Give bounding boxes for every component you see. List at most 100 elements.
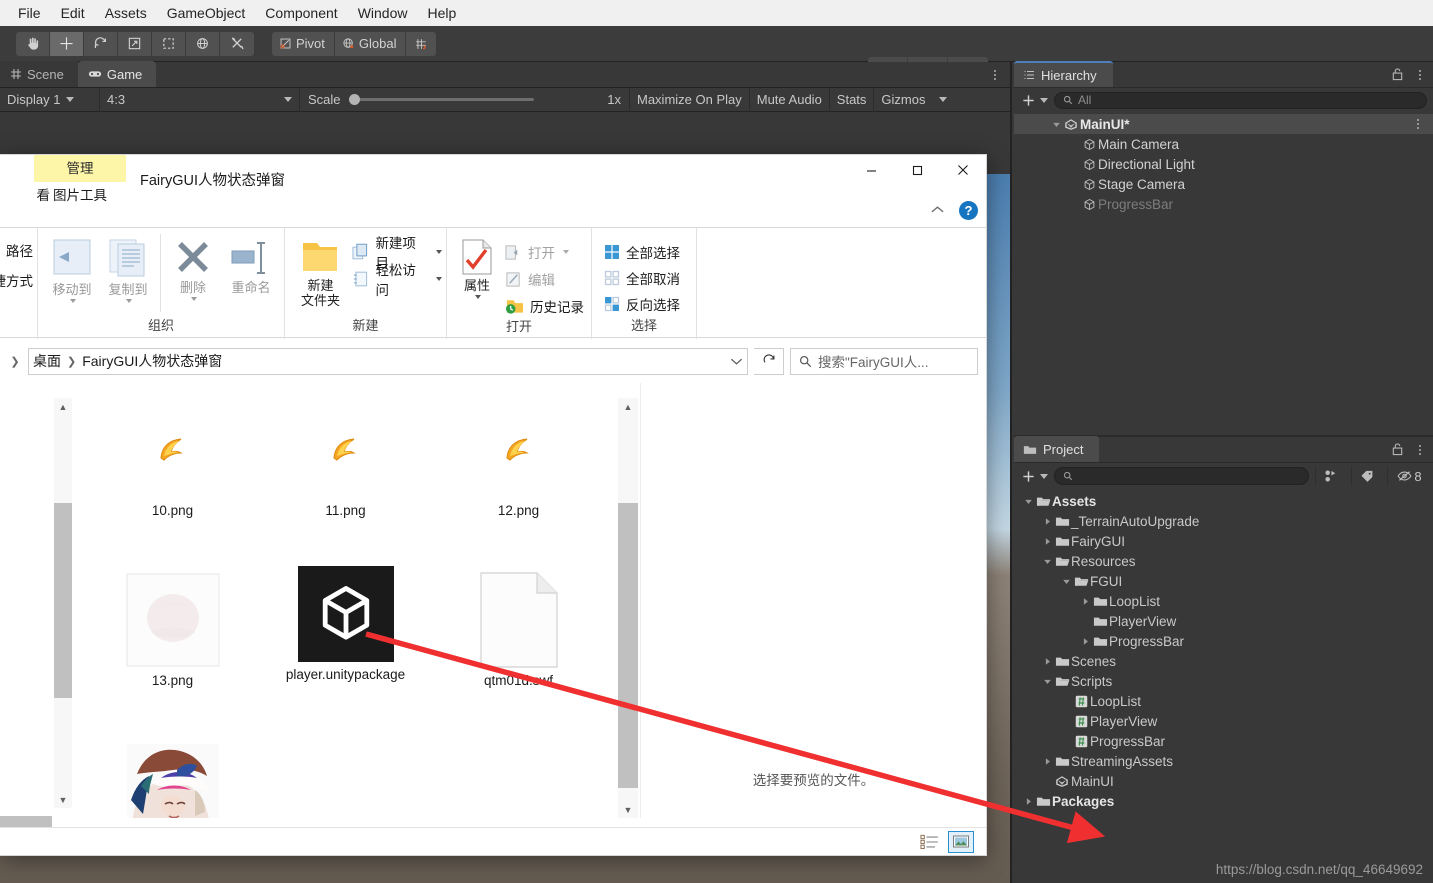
scale-slider-knob[interactable] xyxy=(348,94,360,105)
hierarchy-search-input[interactable]: All xyxy=(1054,91,1427,109)
breadcrumb-item-folder[interactable]: FairyGUI人物状态弹窗 xyxy=(82,351,222,371)
nav-scroll-down-icon[interactable]: ▼ xyxy=(54,791,72,808)
chevron-right-icon[interactable] xyxy=(1041,537,1053,546)
project-item-fgui[interactable]: FGUI xyxy=(1014,571,1433,591)
nav-scroll-up-icon[interactable]: ▲ xyxy=(54,398,72,415)
file-item[interactable]: 10.png xyxy=(86,398,259,568)
address-history-dropdown-icon[interactable] xyxy=(730,353,743,369)
nav-scroll-thumb[interactable] xyxy=(54,503,72,698)
file-explorer-window[interactable]: 管理 图片工具 看 FairyGUI人物状态弹窗 ? 路径 方式 移动到 复制到… xyxy=(0,155,986,855)
project-item-scenes[interactable]: Scenes xyxy=(1014,651,1433,671)
ribbon-tab-view-partial[interactable]: 看 xyxy=(12,182,51,209)
hierarchy-item-stage-camera[interactable]: Stage Camera xyxy=(1014,174,1433,194)
large-icons-view-button[interactable] xyxy=(948,830,974,853)
file-item[interactable]: 12.png xyxy=(432,398,605,568)
hierarchy-item-progressbar[interactable]: ProgressBar xyxy=(1014,194,1433,214)
project-item-_terrainautoupgrade[interactable]: _TerrainAutoUpgrade xyxy=(1014,511,1433,531)
menu-item-assets[interactable]: Assets xyxy=(95,2,157,24)
filter-by-label-button[interactable] xyxy=(1351,466,1381,486)
rotate-tool-button[interactable] xyxy=(84,31,118,56)
open-button[interactable]: 打开 xyxy=(501,240,588,264)
move-to-button[interactable]: 移动到 xyxy=(44,234,100,303)
help-icon[interactable]: ? xyxy=(959,201,978,220)
maximize-on-play-toggle[interactable]: Maximize On Play xyxy=(630,87,750,112)
lock-icon[interactable] xyxy=(1391,442,1404,459)
chevron-down-icon[interactable] xyxy=(1041,677,1053,686)
chevron-right-icon[interactable] xyxy=(1079,637,1091,646)
project-item-playerview[interactable]: PlayerView xyxy=(1014,711,1433,731)
tab-hierarchy[interactable]: Hierarchy xyxy=(1014,61,1113,87)
close-button[interactable] xyxy=(940,155,986,185)
details-view-button[interactable] xyxy=(916,831,942,853)
global-toggle-button[interactable]: Global xyxy=(334,31,407,56)
tab-game[interactable]: Game xyxy=(77,61,157,87)
collapse-ribbon-icon[interactable] xyxy=(930,203,945,218)
rename-button[interactable]: 重命名 xyxy=(221,234,281,295)
hierarchy-tree[interactable]: MainUI* Main Camera Directional Light Stage… xyxy=(1014,112,1433,214)
mute-audio-toggle[interactable]: Mute Audio xyxy=(750,87,830,112)
hierarchy-item-main-camera[interactable]: Main Camera xyxy=(1014,134,1433,154)
project-tree[interactable]: Assets _TerrainAutoUpgrade FairyGUI Resourc… xyxy=(1014,489,1433,811)
transform-tool-button[interactable] xyxy=(186,31,220,56)
project-item-looplist[interactable]: LoopList xyxy=(1014,691,1433,711)
chevron-right-icon[interactable] xyxy=(1041,757,1053,766)
project-item-packages[interactable]: Packages xyxy=(1014,791,1433,811)
project-item-progressbar[interactable]: ProgressBar xyxy=(1014,631,1433,651)
grid-snapping-button[interactable] xyxy=(406,31,437,56)
hierarchy-item-mainui-[interactable]: MainUI* xyxy=(1014,114,1433,134)
lock-icon[interactable] xyxy=(1391,67,1404,84)
hierarchy-add-button[interactable] xyxy=(1022,94,1048,107)
project-add-button[interactable] xyxy=(1022,470,1048,483)
scale-tool-button[interactable] xyxy=(118,31,152,56)
new-folder-button[interactable]: 新建 文件夹 xyxy=(293,234,348,308)
hierarchy-item-directional-light[interactable]: Directional Light xyxy=(1014,154,1433,174)
stats-toggle[interactable]: Stats xyxy=(830,87,875,112)
files-scroll-down-icon[interactable]: ▼ xyxy=(618,801,638,818)
clipboard-copy-path-label[interactable]: 路径 xyxy=(6,240,33,260)
chevron-right-icon[interactable] xyxy=(1041,657,1053,666)
aspect-ratio-selector[interactable]: 4:3 xyxy=(100,87,300,112)
project-item-progressbar[interactable]: ProgressBar xyxy=(1014,731,1433,751)
scale-slider-track[interactable] xyxy=(348,94,534,105)
custom-editor-tool-button[interactable] xyxy=(220,31,254,56)
easy-access-button[interactable]: 轻松访问 xyxy=(348,263,446,298)
tab-scene[interactable]: Scene xyxy=(0,61,78,87)
breadcrumb[interactable]: 桌面 ❯ FairyGUI人物状态弹窗 xyxy=(28,347,748,375)
maximize-button[interactable] xyxy=(894,155,940,185)
move-tool-button[interactable] xyxy=(50,31,84,56)
select-none-button[interactable]: 全部取消 xyxy=(600,266,684,290)
file-item[interactable]: 11.png xyxy=(259,398,432,568)
clipboard-paste-shortcut-label[interactable]: 快捷方式 xyxy=(0,270,33,290)
menu-item-gameobject[interactable]: GameObject xyxy=(157,2,256,24)
project-item-resources[interactable]: Resources xyxy=(1014,551,1433,571)
chevron-right-icon[interactable] xyxy=(1079,597,1091,606)
edit-button[interactable]: 编辑 xyxy=(501,267,588,291)
menu-item-component[interactable]: Component xyxy=(255,2,347,24)
pivot-toggle-button[interactable]: Pivot xyxy=(272,31,335,56)
delete-button[interactable]: 删除 xyxy=(165,234,221,301)
chevron-down-icon[interactable] xyxy=(1022,497,1034,506)
breadcrumb-overflow-chevron-icon[interactable]: ❯ xyxy=(8,355,22,368)
file-list-pane[interactable]: 10.png 11.png 12.png 13.png player.unity… xyxy=(78,383,618,818)
project-item-assets[interactable]: Assets xyxy=(1014,491,1433,511)
menu-item-help[interactable]: Help xyxy=(417,2,466,24)
display-selector[interactable]: Display 1 xyxy=(0,87,100,112)
project-menu-icon[interactable] xyxy=(1413,441,1427,459)
project-item-mainui[interactable]: MainUI xyxy=(1014,771,1433,791)
scale-slider[interactable]: Scale 1x xyxy=(300,87,630,112)
file-item[interactable]: 13.png xyxy=(86,568,259,738)
menu-item-file[interactable]: File xyxy=(8,2,51,24)
navigation-pane[interactable] xyxy=(0,383,52,818)
hierarchy-item-menu-icon[interactable] xyxy=(1411,115,1425,133)
refresh-button[interactable] xyxy=(754,347,784,375)
hierarchy-menu-icon[interactable] xyxy=(1413,66,1427,84)
project-item-streamingassets[interactable]: StreamingAssets xyxy=(1014,751,1433,771)
chevron-right-icon[interactable] xyxy=(1041,517,1053,526)
chevron-down-icon[interactable] xyxy=(1050,120,1062,129)
file-list-scrollbar[interactable]: ▲ ▼ xyxy=(618,398,638,818)
chevron-down-icon[interactable] xyxy=(1041,557,1053,566)
hidden-packages-count[interactable]: 8 xyxy=(1387,466,1431,486)
files-scroll-thumb[interactable] xyxy=(618,503,638,788)
project-item-playerview[interactable]: PlayerView xyxy=(1014,611,1433,631)
properties-button[interactable]: 属性 xyxy=(453,234,501,299)
